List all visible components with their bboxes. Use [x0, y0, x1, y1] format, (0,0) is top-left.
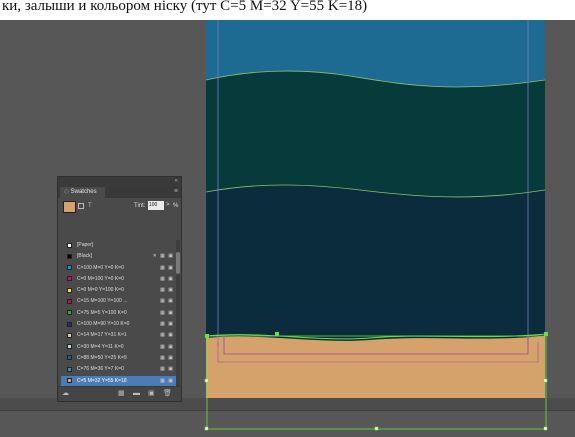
- swatch-name: C=100 M=90 Y=10 K=0: [77, 321, 130, 328]
- handle-top-left[interactable]: [205, 334, 209, 338]
- tint-slider-arrow-icon[interactable]: >: [166, 202, 170, 208]
- tab-swatches[interactable]: ◇ Swatches: [60, 187, 105, 198]
- panel-menu-icon[interactable]: ≡: [174, 188, 178, 196]
- grid-view-icon[interactable]: ▦: [118, 389, 125, 398]
- swatch-type-icons: ▦ ▣: [160, 275, 174, 282]
- swatch-type-icons: ▦ ▣: [160, 354, 174, 361]
- swatch-color-chip: [67, 355, 72, 361]
- tint-percent-label: %: [173, 203, 179, 209]
- swatch-row[interactable]: C=30 M=4 Y=11 K=0 ▦ ▣: [61, 342, 176, 353]
- swatch-type-icons: ▦ ▣: [160, 287, 174, 294]
- swatch-color-chip: [67, 378, 72, 384]
- swatch-row[interactable]: C=100 M=90 Y=10 K=0 ▦ ▣: [61, 319, 176, 330]
- swatch-color-chip: [67, 253, 72, 259]
- swatch-row[interactable]: C=88 M=50 Y=25 K=9 ▦ ▣: [61, 353, 176, 364]
- swatch-row[interactable]: C=75 M=5 Y=100 K=0 ▦ ▣: [61, 308, 176, 319]
- caption-text: ки, залыши и кольором ніску (тут C=5 M=3…: [2, 0, 368, 14]
- pasteboard[interactable]: « ◇Swatches ≡ T Tint: > % [Paper] [Black]…: [0, 20, 575, 437]
- swatch-name: C=76 M=36 Y=7 K=0: [77, 366, 124, 373]
- swatch-color-chip: [67, 276, 72, 282]
- swatch-color-chip: [67, 310, 72, 316]
- swatch-type-icons: ✕ ▦ ▣: [152, 253, 174, 260]
- tint-label: Tint:: [134, 203, 146, 209]
- tab-grip-icon: ◇: [64, 189, 69, 195]
- sea-wave-layer[interactable]: [206, 71, 545, 200]
- swatch-name: [Black]: [77, 253, 93, 260]
- fill-color-box[interactable]: [63, 201, 76, 213]
- swatch-type-icons: ▦ ▣: [160, 366, 174, 373]
- swatches-panel[interactable]: « ◇Swatches ≡ T Tint: > % [Paper] [Black]…: [57, 176, 182, 402]
- stroke-toggle-icon[interactable]: [78, 203, 84, 209]
- handle-bottom-center[interactable]: [374, 426, 379, 431]
- scrollbar-thumb[interactable]: [176, 252, 180, 274]
- swatch-name: C=0 M=100 Y=0 K=0: [77, 275, 124, 282]
- handle-middle-right[interactable]: [543, 378, 548, 383]
- swatch-controls: T Tint: > %: [58, 198, 181, 216]
- swatch-color-chip: [67, 332, 72, 338]
- swatch-color-chip: [67, 287, 72, 293]
- new-swatch-icon[interactable]: ▣: [148, 389, 155, 398]
- swatch-color-chip: [67, 298, 72, 304]
- swatch-color-chip: [67, 265, 72, 271]
- swatch-row[interactable]: [Black] ✕ ▦ ▣: [61, 251, 176, 262]
- swatch-row[interactable]: C=14 M=17 Y=31 K=1 ▦ ▣: [61, 330, 176, 341]
- swatch-name: C=0 M=0 Y=100 K=0: [77, 287, 124, 294]
- handle-bottom-right[interactable]: [543, 426, 548, 431]
- swatch-name: C=15 M=100 Y=100 ...: [77, 298, 128, 305]
- swatch-name: C=75 M=5 Y=100 K=0: [77, 309, 127, 316]
- anchor-point[interactable]: [275, 332, 279, 336]
- folder-icon[interactable]: ▬: [133, 389, 140, 398]
- swatch-list[interactable]: [Paper] [Black] ✕ ▦ ▣ C=100 M=0 Y=0 K=0 ▦ ▣ C…: [61, 240, 176, 387]
- swatch-name: C=30 M=4 Y=11 K=0: [77, 343, 124, 350]
- swatch-name: C=14 M=17 Y=31 K=1: [77, 332, 127, 339]
- tab-swatches-label: Swatches: [70, 189, 97, 195]
- swatch-color-chip: [67, 321, 72, 327]
- swatch-type-icons: ▦ ▣: [160, 343, 174, 350]
- handle-top-right[interactable]: [544, 332, 548, 336]
- swatch-type-icons: ▦ ▣: [160, 309, 174, 316]
- handle-bottom-left[interactable]: [204, 426, 209, 431]
- swatch-type-icons: ▦ ▣: [160, 332, 174, 339]
- panel-title-bar[interactable]: «: [58, 177, 181, 186]
- panel-tab-bar: ◇ Swatches ≡: [58, 186, 181, 198]
- text-toggle-icon[interactable]: T: [88, 203, 92, 209]
- swatch-color-chip: [67, 344, 72, 350]
- swatch-row[interactable]: C=0 M=100 Y=0 K=0 ▦ ▣: [61, 274, 176, 285]
- tint-input[interactable]: [148, 201, 164, 210]
- collapse-icon[interactable]: «: [175, 177, 178, 186]
- handle-middle-left[interactable]: [204, 378, 209, 383]
- swatch-type-icons: ▦ ▣: [160, 298, 174, 305]
- deep-water-layer[interactable]: [206, 185, 545, 350]
- swatch-row[interactable]: [Paper]: [61, 240, 176, 251]
- swatch-row[interactable]: C=15 M=100 Y=100 ... ▦ ▣: [61, 296, 176, 307]
- trash-icon[interactable]: 🗑: [163, 389, 172, 398]
- swatch-color-chip: [67, 366, 72, 372]
- cloud-library-icon[interactable]: ☁: [62, 389, 69, 398]
- swatch-row[interactable]: C=76 M=36 Y=7 K=0 ▦ ▣: [61, 364, 176, 375]
- swatch-row[interactable]: C=100 M=0 Y=0 K=0 ▦ ▣: [61, 263, 176, 274]
- swatch-name: C=88 M=50 Y=25 K=9: [77, 354, 127, 361]
- article-caption: ки, залыши и кольором ніску (тут C=5 M=3…: [0, 0, 575, 20]
- panel-footer: ☁ ▦ ▬ ▣ 🗑: [58, 386, 181, 401]
- swatch-list-scrollbar[interactable]: [176, 240, 180, 386]
- swatch-name: [Paper]: [77, 242, 94, 248]
- swatch-name: C=100 M=0 Y=0 K=0: [77, 264, 124, 271]
- sand-layer[interactable]: [206, 336, 545, 398]
- swatch-color-chip: [67, 242, 72, 248]
- swatch-row[interactable]: C=0 M=0 Y=100 K=0 ▦ ▣: [61, 285, 176, 296]
- swatch-type-icons: ▦ ▣: [160, 321, 174, 328]
- swatch-type-icons: ▦ ▣: [160, 264, 174, 271]
